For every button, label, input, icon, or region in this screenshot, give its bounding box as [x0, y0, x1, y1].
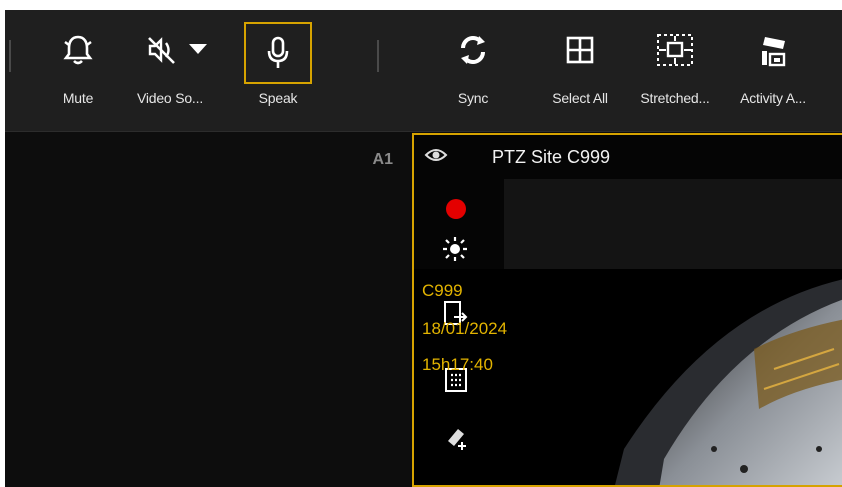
camera-activity-icon [751, 28, 795, 72]
select-all-label: Select All [552, 90, 608, 106]
add-bookmark-icon[interactable] [444, 425, 470, 456]
video-wall: Mute Video So... Speak Sync Select All S… [5, 10, 842, 487]
toolbar-separator [377, 40, 379, 72]
mute-button[interactable]: Mute [45, 10, 111, 132]
camera-title: PTZ Site C999 [492, 147, 611, 167]
speak-label: Speak [258, 90, 298, 106]
toolbar: Mute Video So... Speak Sync Select All S… [5, 10, 842, 132]
chevron-down-icon[interactable] [189, 44, 207, 54]
select-all-button[interactable]: Select All [535, 10, 625, 132]
sync-button[interactable]: Sync [445, 10, 501, 132]
eye-icon[interactable] [424, 145, 448, 170]
video-source-label: Video So... [136, 90, 204, 106]
osd-time: 15h17:40 [422, 355, 493, 374]
stretched-button[interactable]: Stretched... [627, 10, 723, 132]
grid-icon [558, 28, 602, 72]
stretched-label: Stretched... [640, 90, 710, 106]
microphone-icon [244, 22, 312, 84]
mute-label: Mute [62, 90, 94, 106]
overlay-bar [504, 179, 842, 269]
sync-icon [451, 28, 495, 72]
stretch-icon [653, 28, 697, 72]
camera-feed[interactable] [414, 269, 842, 485]
brightness-icon[interactable] [441, 235, 469, 268]
bell-icon [56, 28, 100, 72]
osd-date: 18/01/2024 [422, 319, 508, 338]
recording-indicator [446, 199, 466, 219]
tile-position-label: A1 [372, 151, 393, 168]
speak-button[interactable]: Speak [243, 10, 313, 132]
tile-header: PTZ Site C999 [414, 135, 842, 179]
sync-label: Sync [457, 90, 489, 106]
toolbar-separator [9, 40, 11, 72]
video-tile-ptz[interactable]: PTZ Site C999 C999 18/01/2024 15h17:40 [412, 133, 842, 487]
osd-camera-id: C999 [422, 281, 463, 300]
video-tile-a1[interactable]: A1 [5, 133, 405, 487]
video-source-button[interactable]: Video So... [127, 10, 213, 132]
activity-button[interactable]: Activity A... [729, 10, 817, 132]
activity-label: Activity A... [740, 90, 806, 106]
video-source-muted-icon [140, 28, 184, 72]
